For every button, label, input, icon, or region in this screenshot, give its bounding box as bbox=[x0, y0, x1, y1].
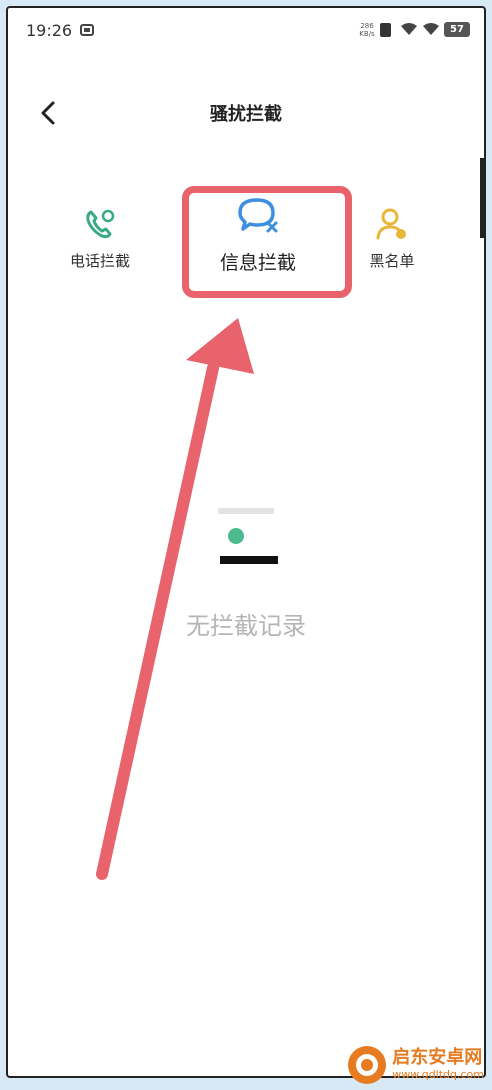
watermark-url: www.qdltdq.com bbox=[392, 1068, 484, 1081]
tab-phone-block[interactable]: 电话拦截 bbox=[50, 206, 150, 271]
tab-phone-block-label: 电话拦截 bbox=[69, 252, 130, 270]
page-title: 骚扰拦截 bbox=[210, 104, 282, 125]
blacklist-person-icon bbox=[376, 208, 406, 240]
phone-block-icon bbox=[86, 209, 115, 239]
no-sim-icon bbox=[380, 23, 391, 37]
empty-record-illustration bbox=[218, 508, 278, 564]
battery-indicator: 57 bbox=[444, 22, 470, 37]
watermark-logo-icon bbox=[348, 1046, 387, 1084]
wifi-icon bbox=[401, 23, 417, 35]
sim-icon bbox=[80, 24, 94, 36]
network-speed: 286 KB/s bbox=[358, 22, 376, 38]
empty-state-text: 无拦截记录 bbox=[186, 612, 306, 640]
tab-blacklist-label: 黑名单 bbox=[369, 252, 415, 270]
status-bar: 19:26 286 KB/s 57 bbox=[8, 8, 484, 54]
network-speed-value: 286 bbox=[360, 22, 374, 30]
side-button bbox=[480, 158, 484, 238]
network-speed-unit: KB/s bbox=[359, 30, 375, 38]
wifi-icon-secondary bbox=[423, 23, 439, 35]
watermark: 启东安卓网 www.qdltdq.com bbox=[346, 1044, 484, 1086]
status-time: 19:26 bbox=[26, 21, 73, 40]
phone-screen: 19:26 286 KB/s 57 骚扰拦截 电话拦截 信息拦截 黑名单 无拦截… bbox=[6, 6, 486, 1078]
watermark-title: 启东安卓网 bbox=[392, 1047, 483, 1068]
highlight-box bbox=[182, 186, 352, 298]
tab-blacklist[interactable]: 黑名单 bbox=[342, 206, 442, 271]
